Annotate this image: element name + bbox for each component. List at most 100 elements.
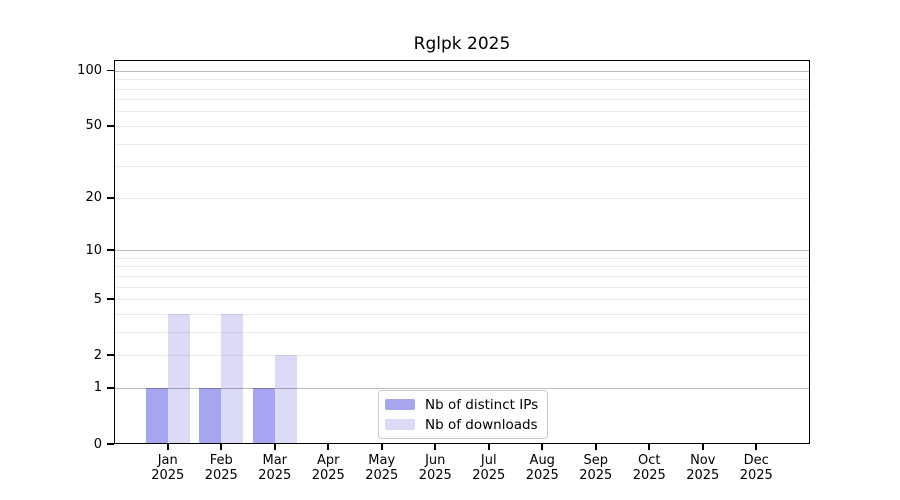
minor-gridline — [114, 99, 810, 101]
legend-label: Nb of downloads — [425, 416, 538, 433]
x-tick-month: Jun — [425, 453, 446, 468]
x-tick — [594, 444, 597, 450]
x-tick-year: 2025 — [632, 468, 666, 483]
bar-distinct-ips — [252, 387, 275, 444]
y-tick-label: 50 — [85, 118, 102, 134]
bar-downloads — [221, 313, 244, 444]
plot-area — [114, 60, 810, 444]
x-tick-month: Oct — [638, 453, 661, 468]
minor-gridline — [114, 197, 810, 199]
y-tick — [107, 125, 114, 127]
x-tick-label: Jun 2025 — [405, 453, 465, 483]
y-tick-label: 0 — [93, 436, 102, 452]
y-tick — [107, 443, 114, 445]
major-gridline — [114, 250, 810, 252]
x-tick — [434, 444, 437, 450]
x-tick-label: Oct 2025 — [619, 453, 679, 483]
x-tick-year: 2025 — [418, 468, 452, 483]
x-tick-month: Dec — [743, 453, 769, 468]
y-tick — [107, 387, 114, 389]
x-tick — [327, 444, 330, 450]
x-tick-label: Dec 2025 — [726, 453, 786, 483]
download-stats-figure: Rglpk 2025 100 50 20 10 5 2 1 0 Jan 2025 Feb 2025 Ma… — [0, 0, 900, 500]
x-tick-label: Jul 2025 — [459, 453, 519, 483]
minor-gridline — [114, 313, 810, 315]
x-tick-year: 2025 — [204, 468, 238, 483]
x-tick-label: Apr 2025 — [298, 453, 358, 483]
y-tick — [107, 354, 114, 356]
legend: Nb of distinct IPs Nb of downloads — [378, 390, 548, 439]
minor-gridline — [114, 88, 810, 90]
x-tick-label: Feb 2025 — [191, 453, 251, 483]
x-tick-month: Jul — [480, 453, 497, 468]
y-tick-label: 1 — [93, 380, 102, 396]
minor-gridline — [114, 275, 810, 277]
x-tick-month: Apr — [317, 453, 340, 468]
x-tick-label: Jan 2025 — [138, 453, 198, 483]
x-tick-month: Aug — [529, 453, 555, 468]
y-tick-label: 10 — [85, 242, 102, 258]
minor-gridline — [114, 299, 810, 301]
x-tick — [648, 444, 651, 450]
x-tick-label: Mar 2025 — [245, 453, 305, 483]
legend-entry: Nb of distinct IPs — [385, 398, 539, 412]
legend-swatch — [385, 419, 415, 430]
y-tick — [107, 196, 114, 199]
bar-distinct-ips — [145, 387, 168, 444]
x-tick-year: 2025 — [365, 468, 399, 483]
x-tick-label: Nov 2025 — [673, 453, 733, 483]
y-tick-label: 5 — [93, 291, 102, 307]
x-tick-month: Nov — [690, 453, 716, 468]
y-tick-label: 20 — [85, 190, 102, 206]
x-tick-month: Sep — [583, 453, 608, 468]
x-tick — [220, 444, 223, 450]
minor-gridline — [114, 125, 810, 127]
x-tick-month: Mar — [262, 453, 288, 468]
x-tick — [755, 444, 758, 450]
minor-gridline — [114, 143, 810, 145]
x-tick-year: 2025 — [686, 468, 720, 483]
x-tick — [380, 444, 383, 450]
x-tick-label: Aug 2025 — [512, 453, 572, 483]
x-tick — [701, 444, 704, 450]
minor-gridline — [114, 355, 810, 357]
x-tick-month: Feb — [209, 453, 233, 468]
minor-gridline — [114, 286, 810, 288]
x-tick-month: Jan — [157, 453, 178, 468]
legend-entry: Nb of downloads — [385, 418, 539, 432]
x-tick-year: 2025 — [258, 468, 292, 483]
minor-gridline — [114, 111, 810, 113]
y-tick-label: 2 — [93, 347, 102, 363]
x-tick-label: Sep 2025 — [566, 453, 626, 483]
y-tick-label: 100 — [77, 63, 102, 79]
x-tick-month: May — [368, 453, 396, 468]
legend-label: Nb of distinct IPs — [425, 396, 539, 413]
x-tick-year: 2025 — [525, 468, 559, 483]
x-tick-year: 2025 — [151, 468, 185, 483]
plot-border — [114, 60, 810, 444]
x-tick-label: May 2025 — [352, 453, 412, 483]
major-gridline — [114, 70, 810, 72]
y-tick — [107, 69, 114, 72]
x-tick — [273, 444, 276, 450]
legend-swatch — [385, 399, 415, 410]
minor-gridline — [114, 166, 810, 168]
minor-gridline — [114, 79, 810, 81]
y-tick — [107, 249, 114, 251]
major-gridline — [114, 387, 810, 389]
minor-gridline — [114, 331, 810, 333]
x-tick-year: 2025 — [579, 468, 613, 483]
bar-downloads — [274, 355, 297, 444]
bar-distinct-ips — [199, 387, 222, 444]
chart-title: Rglpk 2025 — [413, 34, 511, 54]
x-tick-year: 2025 — [472, 468, 506, 483]
x-tick-year: 2025 — [311, 468, 345, 483]
x-tick — [487, 444, 490, 450]
minor-gridline — [114, 266, 810, 268]
y-tick — [107, 298, 114, 300]
x-tick — [541, 444, 544, 450]
x-tick-year: 2025 — [739, 468, 773, 483]
bar-downloads — [167, 313, 190, 444]
minor-gridline — [114, 257, 810, 259]
x-tick — [166, 444, 169, 450]
